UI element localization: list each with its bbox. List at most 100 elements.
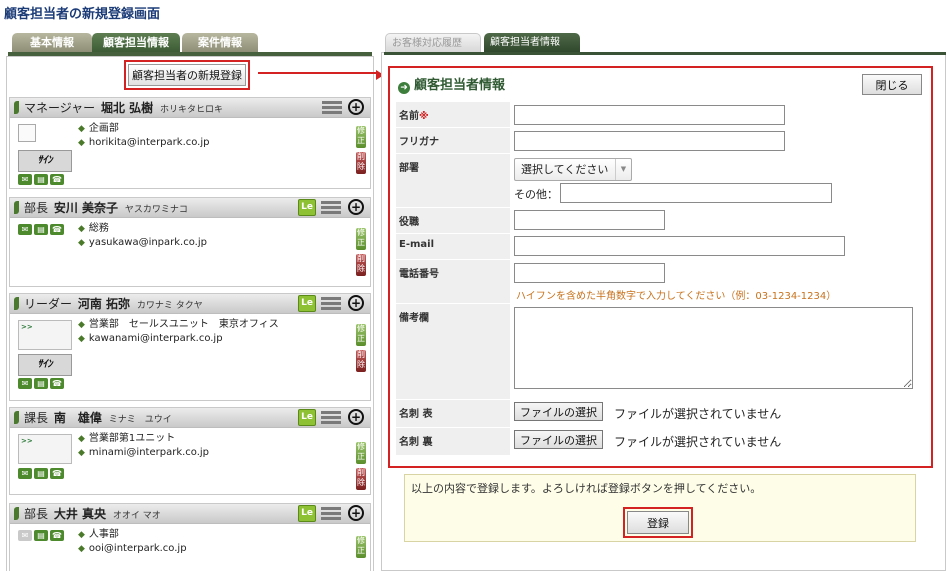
diamond-icon: ◆ (78, 544, 85, 554)
close-button[interactable]: 閉じる (862, 74, 922, 95)
contact-dept: 総務 (88, 223, 109, 234)
edit-button[interactable]: 修正 (356, 324, 366, 346)
business-card-thumbnail-icon[interactable]: >> (18, 320, 72, 350)
contact-kana: ミナミ ユウイ (108, 415, 172, 425)
mail-icon[interactable]: ✉ (18, 224, 32, 235)
name-input[interactable] (514, 105, 785, 125)
tab-customer-history[interactable]: お客様対応履歴 (385, 33, 481, 53)
delete-button[interactable]: 削除 (356, 468, 366, 490)
le-icon[interactable]: Le (298, 409, 316, 426)
diamond-icon: ◆ (78, 224, 85, 234)
leaf-icon (14, 101, 19, 114)
contact-card-header: 部長 大井 真央 オオイ マオ Le + (10, 504, 370, 524)
tab-customer-contact[interactable]: 顧客担当情報 (92, 33, 180, 53)
fax-icon[interactable]: ▤ (34, 378, 48, 389)
contact-name[interactable]: 堀北 弘樹 (101, 101, 153, 115)
fax-icon[interactable]: ▤ (34, 224, 48, 235)
mail-icon[interactable]: ✉ (18, 468, 32, 479)
mail-disabled-icon: ✉ (18, 530, 32, 541)
menu-icon[interactable] (322, 100, 342, 115)
menu-icon[interactable] (321, 410, 341, 425)
register-highlight: 登録 (623, 507, 693, 538)
furigana-input[interactable] (514, 131, 785, 151)
mail-icon[interactable]: ✉ (18, 174, 32, 185)
contact-email: ooi@interpark.co.jp (88, 543, 187, 554)
contact-action-icons: ✉ ▤ ☎ (18, 224, 66, 235)
signature-icon: ｻｲﾝ (18, 150, 72, 172)
le-icon[interactable]: Le (298, 199, 316, 216)
card-back-file-button[interactable]: ファイルの選択 (514, 430, 603, 449)
phone-icon[interactable]: ☎ (50, 378, 64, 389)
contact-info: ◆ 営業部第1ユニット ◆ minami@interpark.co.jp (78, 432, 209, 460)
contact-name[interactable]: 南 雄偉 (54, 411, 102, 425)
phone-input[interactable] (514, 263, 665, 283)
confirm-text: 以上の内容で登録します。よろしければ登録ボタンを押してください。 (411, 482, 762, 495)
phone-icon[interactable]: ☎ (50, 530, 64, 541)
new-contact-button[interactable]: 顧客担当者の新規登録 (128, 64, 246, 86)
contact-dept: 営業部第1ユニット (88, 433, 176, 444)
card-front-file-button[interactable]: ファイルの選択 (514, 402, 603, 421)
card-header-icons: Le + (298, 505, 366, 523)
card-header-icons: Le + (298, 295, 366, 313)
notes-textarea[interactable] (514, 307, 913, 389)
edit-button[interactable]: 修正 (356, 126, 366, 148)
delete-button[interactable]: 削除 (356, 254, 366, 276)
contact-name[interactable]: 河南 拓弥 (78, 297, 130, 311)
plus-icon[interactable]: + (348, 409, 364, 425)
position-input[interactable] (514, 210, 665, 230)
le-icon[interactable]: Le (298, 505, 316, 522)
form-title-text: 顧客担当者情報 (414, 78, 506, 93)
contact-list-panel: 顧客担当者の新規登録 マネージャー 堀北 弘樹 ホリキタヒロキ + ｻｲﾝ ✉ ▤… (6, 56, 374, 571)
plus-icon[interactable]: + (348, 295, 364, 311)
plus-icon[interactable]: + (348, 99, 364, 115)
contact-info: ◆ 企画部 ◆ horikita@interpark.co.jp (78, 122, 210, 150)
diamond-icon: ◆ (78, 434, 85, 444)
diamond-icon: ◆ (78, 238, 85, 248)
dept-select[interactable]: 選択してください ▼ (514, 158, 632, 181)
card-header-icons: + (320, 99, 366, 117)
fax-icon[interactable]: ▤ (34, 174, 48, 185)
mail-icon[interactable]: ✉ (18, 378, 32, 389)
plus-icon[interactable]: + (348, 505, 364, 521)
contact-card: マネージャー 堀北 弘樹 ホリキタヒロキ + ｻｲﾝ ✉ ▤ ☎ ◆ 企画部 ◆ hor… (9, 97, 371, 189)
delete-button[interactable]: 削除 (356, 152, 366, 174)
tab-basic-info[interactable]: 基本情報 (12, 33, 92, 53)
phone-icon[interactable]: ☎ (50, 224, 64, 235)
card-front-label: 名刺 表 (396, 400, 510, 428)
plus-icon[interactable]: + (348, 199, 364, 215)
edit-button[interactable]: 修正 (356, 442, 366, 464)
contact-dept: 営業部 セールスユニット 東京オフィス (88, 319, 279, 330)
delete-button[interactable]: 削除 (356, 350, 366, 372)
edit-button[interactable]: 修正 (356, 536, 366, 558)
diamond-icon: ◆ (78, 320, 85, 330)
contact-title: リーダー (24, 297, 73, 311)
menu-icon[interactable] (321, 296, 341, 311)
phone-icon[interactable]: ☎ (50, 174, 64, 185)
tab-project-info[interactable]: 案件情報 (182, 33, 258, 53)
fax-icon[interactable]: ▤ (34, 468, 48, 479)
email-input[interactable] (514, 236, 845, 256)
business-card-thumbnail-icon[interactable]: >> (18, 434, 72, 464)
other-dept-input[interactable] (560, 183, 832, 203)
diamond-icon: ◆ (78, 124, 85, 134)
required-mark: ※ (419, 111, 429, 122)
contact-title: 部長 (24, 201, 49, 215)
leaf-icon (14, 507, 19, 520)
contact-card-header: 部長 安川 美奈子 ヤスカワミナコ Le + (10, 198, 370, 218)
le-icon[interactable]: Le (298, 295, 316, 312)
fax-icon[interactable]: ▤ (34, 530, 48, 541)
card-front-file-status: ファイルが選択されていません (614, 407, 782, 421)
contact-title: 課長 (24, 411, 49, 425)
tab-contact-info[interactable]: 顧客担当者情報 x (484, 33, 580, 68)
contact-name[interactable]: 安川 美奈子 (54, 201, 118, 215)
contact-kana: ホリキタヒロキ (160, 105, 224, 115)
menu-icon[interactable] (321, 200, 341, 215)
menu-icon[interactable] (321, 506, 341, 521)
contact-name[interactable]: 大井 真央 (54, 507, 106, 521)
contact-card-header: リーダー 河南 拓弥 カワナミ タクヤ Le + (10, 294, 370, 314)
form-title: ➜ 顧客担当者情報 (398, 74, 505, 94)
phone-icon[interactable]: ☎ (50, 468, 64, 479)
edit-button[interactable]: 修正 (356, 228, 366, 250)
contact-kana: カワナミ タクヤ (136, 301, 203, 311)
register-button[interactable]: 登録 (627, 511, 689, 534)
